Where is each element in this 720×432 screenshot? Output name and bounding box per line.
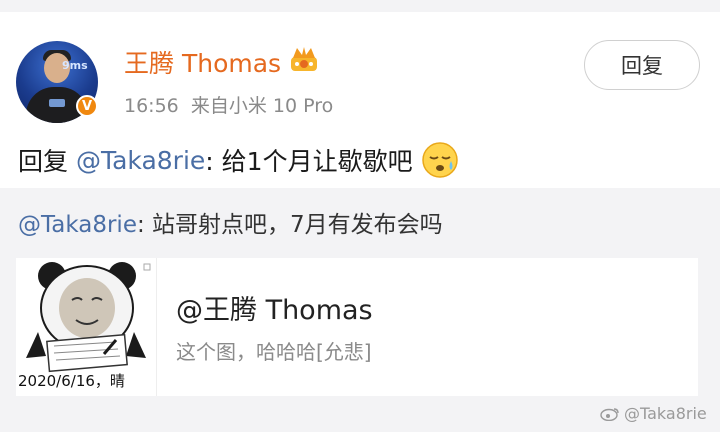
verified-badge-icon: V — [76, 95, 98, 117]
quote-mention[interactable]: @Taka8rie — [18, 212, 137, 238]
top-strip — [0, 0, 720, 12]
quoted-comment: @Taka8rie: 站哥射点吧，7月有发布会吗 — [18, 205, 443, 239]
watermark-text: @Taka8rie — [624, 404, 707, 423]
reply-content: 回复 @Taka8rie: 给1个月让歇歇吧 — [18, 141, 459, 179]
avatar-tag: 9ms — [62, 59, 88, 72]
reply-button[interactable]: 回复 — [584, 40, 700, 90]
watermark: @Taka8rie — [600, 404, 707, 423]
quoted-subtitle: 这个图，哈哈哈[允悲] — [176, 340, 372, 364]
post-username[interactable]: 王腾 Thomas — [124, 44, 281, 80]
reply-mention[interactable]: @Taka8rie — [76, 146, 205, 175]
quote-text: : 站哥射点吧，7月有发布会吗 — [136, 212, 443, 238]
sleepy-face-icon — [421, 142, 458, 178]
vip-crown-icon — [291, 47, 317, 71]
reply-prefix: 回复 — [18, 147, 69, 176]
post-meta: 16:56 来自小米 10 Pro — [124, 91, 333, 118]
post-source: 来自小米 10 Pro — [190, 95, 334, 117]
avatar-shirt-emblem — [49, 99, 65, 107]
post-time: 16:56 — [124, 95, 179, 117]
weibo-logo-icon — [600, 407, 619, 421]
quoted-username[interactable]: @王腾 Thomas — [176, 288, 373, 327]
reply-text: : 给1个月让歇歇吧 — [205, 147, 413, 176]
meme-date-caption: 2020/6/16，晴 — [18, 372, 125, 390]
